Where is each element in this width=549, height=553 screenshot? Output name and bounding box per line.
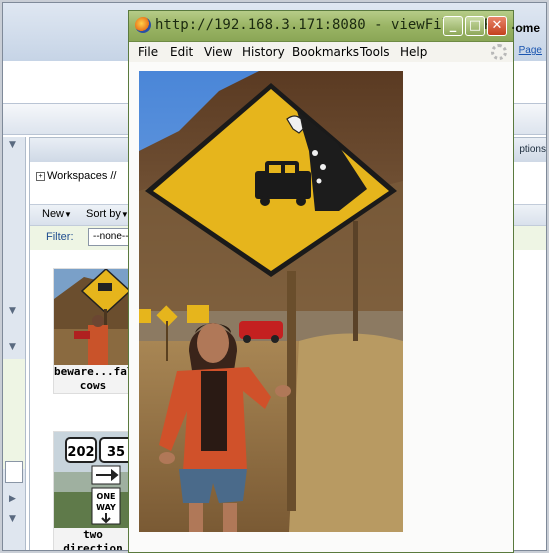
image-viewer-window: http://192.168.3.171:8080 - viewFile (JP… [128,10,526,553]
route-sign-35: 35 [107,445,125,460]
one-way-sign-line2: WAY [96,503,116,512]
collapse-arrow-icon[interactable]: ▼ [9,141,19,150]
viewed-image [139,71,403,532]
left-input-box[interactable] [5,461,23,483]
close-icon: ✕ [491,18,503,33]
collapse-arrow-icon[interactable]: ▼ [9,343,19,352]
thumbnail-caption: two direction [63,528,123,551]
menu-help[interactable]: Help [400,45,427,59]
menu-history[interactable]: History [242,45,285,59]
menu-bookmarks[interactable]: Bookmarks [292,45,359,59]
one-way-sign-line1: ONE [97,492,116,501]
new-menu-button[interactable]: New▼ [42,208,72,220]
menu-view[interactable]: View [204,45,232,59]
menu-edit[interactable]: Edit [170,45,193,59]
maximize-icon: □ [468,18,482,33]
breadcrumb: + Workspaces // [36,170,117,182]
expand-arrow-icon[interactable]: ▶ [9,495,19,504]
minimize-button[interactable]: _ [443,16,463,36]
thumbnail-item[interactable]: 202 35 ONE WAY two direction [53,431,133,551]
thumbnail-item[interactable]: beware...fall cows [53,268,141,394]
thumbnail-caption: beware...fall cows [54,365,141,392]
sort-by-menu-button[interactable]: Sort by▼ [86,208,129,220]
expand-plus-icon[interactable]: + [36,172,45,181]
firefox-icon [135,17,151,33]
left-side-panel: ▼ ▼ ▼ ▶ ▼ [3,137,26,550]
collapse-arrow-icon[interactable]: ▼ [9,515,19,524]
dropdown-arrow-icon: ▼ [64,210,72,219]
menu-file[interactable]: File [138,45,158,59]
menu-tools[interactable]: Tools [360,45,390,59]
window-titlebar[interactable]: http://192.168.3.171:8080 - viewFile (JP… [129,11,526,42]
left-filter-strip [3,359,26,469]
collapse-arrow-icon[interactable]: ▼ [9,307,19,316]
thumbnail-image [54,269,132,365]
options-link[interactable]: ptions [519,144,546,155]
page-link[interactable]: Page [519,45,542,56]
route-sign-202: 202 [67,445,94,460]
menu-bar: File Edit View History Bookmarks Tools H… [129,42,513,62]
filter-label: Filter: [46,231,74,243]
loading-throbber-icon [491,44,507,60]
close-button[interactable]: ✕ [487,16,507,36]
thumbnail-image: 202 35 ONE WAY [54,432,132,528]
maximize-button[interactable]: □ [465,16,485,36]
minimize-icon: _ [449,18,457,33]
breadcrumb-workspaces[interactable]: Workspaces // [47,170,117,182]
